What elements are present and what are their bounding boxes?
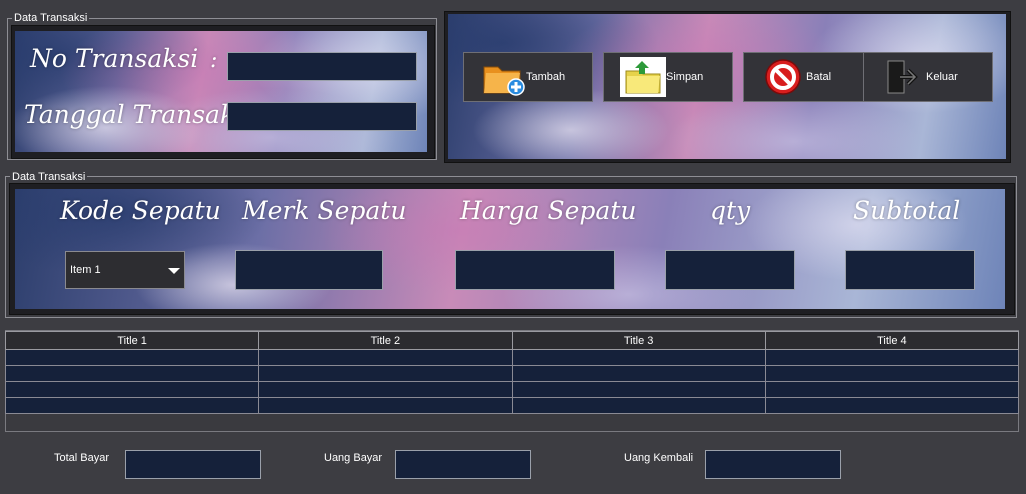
table-row[interactable] xyxy=(4,397,1020,414)
table-cell[interactable] xyxy=(764,397,1020,414)
cancel-button-label: Batal xyxy=(806,71,832,83)
table-row[interactable] xyxy=(4,381,1020,398)
total-bayar-field[interactable] xyxy=(125,450,261,479)
table-cell[interactable] xyxy=(511,381,766,398)
uang-bayar-label: Uang Bayar xyxy=(324,452,383,464)
no-transaksi-colon: : xyxy=(210,48,218,73)
uang-kembali-label: Uang Kembali xyxy=(624,452,694,464)
subtotal-field[interactable] xyxy=(845,250,975,290)
column-header[interactable]: Title 4 xyxy=(764,331,1020,350)
qty-label: qty xyxy=(710,196,751,225)
chevron-down-icon[interactable] xyxy=(168,268,180,274)
cancel-icon xyxy=(760,57,806,97)
table-row[interactable] xyxy=(4,349,1020,366)
total-bayar-label: Total Bayar xyxy=(54,452,110,464)
no-transaksi-label: No Transaksi xyxy=(30,44,199,73)
kode-sepatu-select[interactable]: Item 1 xyxy=(65,251,185,289)
merk-sepatu-field[interactable] xyxy=(235,250,383,290)
table-cell[interactable] xyxy=(258,397,513,414)
transaction-header-group-title: Data Transaksi xyxy=(12,12,90,24)
exit-button[interactable]: Keluar xyxy=(863,52,993,102)
table-cell[interactable] xyxy=(258,381,513,398)
table-cell[interactable] xyxy=(764,365,1020,382)
table-cell[interactable] xyxy=(511,365,766,382)
column-header[interactable]: Title 1 xyxy=(4,331,260,350)
folder-save-icon xyxy=(620,57,666,97)
kode-sepatu-label: Kode Sepatu xyxy=(60,196,221,225)
folder-add-icon xyxy=(480,57,526,97)
table-cell[interactable] xyxy=(511,349,766,366)
table-cell[interactable] xyxy=(4,397,260,414)
item-entry-group-title: Data Transaksi xyxy=(10,171,88,183)
no-transaksi-field[interactable] xyxy=(227,52,417,81)
table-row[interactable] xyxy=(4,365,1020,382)
cancel-button[interactable]: Batal xyxy=(743,52,873,102)
merk-sepatu-label: Merk Sepatu xyxy=(242,196,407,225)
table-cell[interactable] xyxy=(764,349,1020,366)
table-header-row: Title 1 Title 2 Title 3 Title 4 xyxy=(4,331,1020,350)
exit-icon xyxy=(880,57,926,97)
subtotal-label: Subtotal xyxy=(853,196,961,225)
add-button[interactable]: Tambah xyxy=(463,52,593,102)
table-cell[interactable] xyxy=(4,365,260,382)
table-cell[interactable] xyxy=(258,365,513,382)
table-cell[interactable] xyxy=(4,381,260,398)
kode-sepatu-selected: Item 1 xyxy=(70,264,101,276)
table-cell[interactable] xyxy=(4,349,260,366)
uang-kembali-field[interactable] xyxy=(705,450,841,479)
save-button-label: Simpan xyxy=(666,71,704,83)
add-button-label: Tambah xyxy=(526,71,566,83)
column-header[interactable]: Title 2 xyxy=(258,331,513,350)
harga-sepatu-label: Harga Sepatu xyxy=(460,196,637,225)
table-cell[interactable] xyxy=(258,349,513,366)
save-button[interactable]: Simpan xyxy=(603,52,733,102)
column-header[interactable]: Title 3 xyxy=(511,331,766,350)
table-cell[interactable] xyxy=(511,397,766,414)
uang-bayar-field[interactable] xyxy=(395,450,531,479)
qty-field[interactable] xyxy=(665,250,795,290)
transaction-table[interactable]: Title 1 Title 2 Title 3 Title 4 xyxy=(4,331,1020,414)
harga-sepatu-field[interactable] xyxy=(455,250,615,290)
table-cell[interactable] xyxy=(764,381,1020,398)
exit-button-label: Keluar xyxy=(926,71,958,83)
tanggal-transaksi-field[interactable] xyxy=(227,102,417,131)
